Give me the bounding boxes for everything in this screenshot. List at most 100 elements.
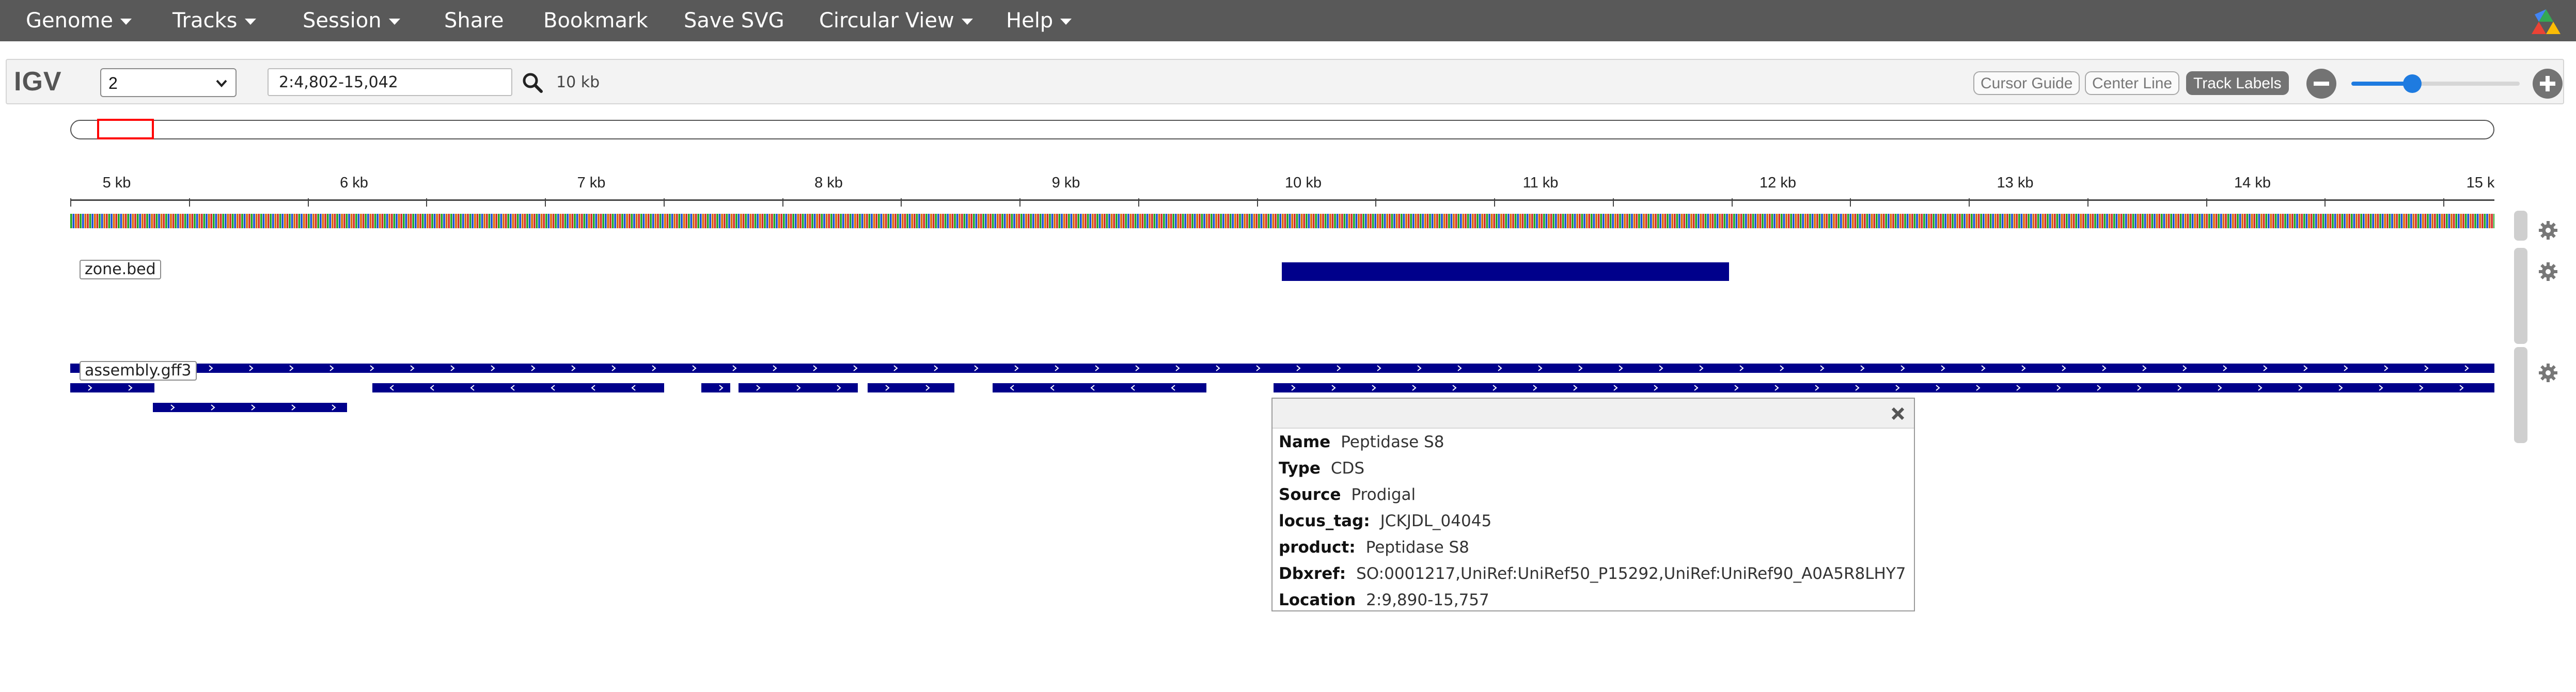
ruler-tick bbox=[2324, 198, 2326, 207]
zoom-slider[interactable] bbox=[2351, 74, 2520, 93]
popup-value: Prodigal bbox=[1351, 485, 1416, 504]
menu-session[interactable]: Session bbox=[303, 0, 400, 41]
menu-circular-view[interactable]: Circular View bbox=[819, 0, 973, 41]
zone-feature[interactable] bbox=[1282, 262, 1729, 281]
popup-key: Source bbox=[1279, 485, 1341, 504]
ruler-tick bbox=[1850, 198, 1851, 207]
menu-bookmark[interactable]: Bookmark bbox=[543, 0, 648, 41]
popup-row: Dbxref: SO:0001217,UniRef:UniRef50_P15292… bbox=[1279, 564, 1906, 583]
chromosome-ideogram[interactable] bbox=[70, 119, 2494, 139]
zoom-in-icon[interactable] bbox=[2532, 68, 2563, 99]
ruler-tick-label: 7 kb bbox=[577, 175, 606, 191]
menu-help[interactable]: Help bbox=[1006, 0, 1072, 41]
zoom-out-icon[interactable] bbox=[2306, 68, 2337, 99]
popup-value: Peptidase S8 bbox=[1365, 538, 1469, 557]
popup-value: CDS bbox=[1330, 459, 1365, 478]
gene-feature[interactable] bbox=[153, 403, 347, 412]
search-icon[interactable] bbox=[521, 71, 544, 94]
ruler-tick-label: 12 kb bbox=[1760, 175, 1796, 191]
popup-key: Dbxref: bbox=[1279, 564, 1346, 583]
ruler-tick bbox=[189, 198, 190, 207]
igv-logo: IGV bbox=[14, 67, 62, 97]
sequence-track bbox=[70, 214, 2494, 228]
chromosome-select-value: 2 bbox=[108, 74, 118, 92]
ruler-tick bbox=[1375, 198, 1376, 207]
track-label-zone-bed: zone.bed bbox=[80, 260, 161, 279]
ruler-tick bbox=[1019, 198, 1020, 207]
track-scrollbar[interactable] bbox=[2514, 248, 2527, 344]
igv-control-bar: IGV 2 10 kb Cursor Guide Center Line Tra… bbox=[6, 59, 2564, 104]
ruler-tick bbox=[901, 198, 902, 207]
popup-row: product: Peptidase S8 bbox=[1279, 538, 1469, 557]
gene-feature[interactable] bbox=[993, 383, 1206, 392]
zoom-slider-track bbox=[2413, 82, 2520, 86]
gene-feature[interactable] bbox=[70, 364, 2494, 373]
sequence-track-gear-icon[interactable] bbox=[2538, 220, 2558, 241]
gene-feature[interactable] bbox=[739, 383, 858, 392]
menu-genome-label: Genome bbox=[26, 9, 114, 33]
ruler-tick bbox=[70, 198, 71, 207]
track-scrollbar[interactable] bbox=[2514, 211, 2527, 241]
popup-row: Name Peptidase S8 bbox=[1279, 433, 1444, 451]
popup-key: locus_tag: bbox=[1279, 512, 1370, 530]
feature-popup: Name Peptidase S8 Type CDS Source Prodigal … bbox=[1271, 398, 1915, 611]
menu-help-label: Help bbox=[1006, 9, 1054, 33]
caret-down-icon bbox=[388, 19, 400, 25]
chevron-down-icon bbox=[216, 80, 227, 87]
locus-search-input[interactable] bbox=[268, 68, 512, 96]
ruler-tick bbox=[2087, 198, 2088, 207]
gene-feature[interactable] bbox=[372, 383, 664, 392]
ruler-tick-label: 9 kb bbox=[1051, 175, 1080, 191]
gene-feature[interactable] bbox=[701, 383, 730, 392]
caret-down-icon bbox=[1060, 19, 1072, 25]
menu-tracks-label: Tracks bbox=[172, 9, 238, 33]
popup-row: Source Prodigal bbox=[1279, 485, 1416, 504]
ruler-tick bbox=[664, 198, 665, 207]
zoom-slider-thumb[interactable] bbox=[2403, 74, 2422, 93]
ruler-tick-label: 6 kb bbox=[340, 175, 368, 191]
caret-down-icon bbox=[961, 19, 973, 25]
menu-share[interactable]: Share bbox=[444, 0, 504, 41]
ruler-tick bbox=[1613, 198, 1614, 207]
ruler-tick-label: 5 kb bbox=[102, 175, 131, 191]
chromosome-select[interactable]: 2 bbox=[100, 68, 237, 97]
ruler-tick-label: 15 k bbox=[2466, 175, 2495, 191]
menu-genome[interactable]: Genome bbox=[26, 0, 132, 41]
popup-value: SO:0001217,UniRef:UniRef50_P15292,UniRef… bbox=[1356, 564, 1906, 583]
app-logo-icon bbox=[2532, 9, 2561, 34]
ruler-tick bbox=[2443, 198, 2444, 207]
ruler-tick bbox=[2206, 198, 2207, 207]
window-size-label: 10 kb bbox=[556, 73, 600, 91]
ruler-tick bbox=[545, 198, 546, 207]
menu-tracks[interactable]: Tracks bbox=[172, 0, 256, 41]
ruler-tick-label: 14 kb bbox=[2234, 175, 2271, 191]
track-scrollbar[interactable] bbox=[2514, 347, 2527, 443]
ruler-tick-label: 10 kb bbox=[1285, 175, 1322, 191]
cursor-guide-button[interactable]: Cursor Guide bbox=[1973, 71, 2080, 95]
zone-track-gear-icon[interactable] bbox=[2538, 261, 2558, 282]
popup-row: Location 2:9,890-15,757 bbox=[1279, 591, 1489, 609]
ruler-tick-label: 8 kb bbox=[814, 175, 843, 191]
gene-feature[interactable] bbox=[1274, 383, 2494, 392]
gene-feature[interactable] bbox=[70, 383, 154, 392]
menu-circular-view-label: Circular View bbox=[819, 9, 954, 33]
close-icon[interactable] bbox=[1890, 406, 1906, 421]
ruler-tick-label: 13 kb bbox=[1997, 175, 2034, 191]
popup-key: Location bbox=[1279, 591, 1356, 609]
ruler-tick bbox=[1257, 198, 1258, 207]
ruler-tick bbox=[308, 198, 309, 207]
menu-save-svg[interactable]: Save SVG bbox=[684, 0, 784, 41]
popup-value: Peptidase S8 bbox=[1341, 433, 1444, 451]
annotation-track-gear-icon[interactable] bbox=[2538, 363, 2558, 383]
popup-key: Type bbox=[1279, 459, 1321, 478]
track-label-assembly-gff3: assembly.gff3 bbox=[80, 361, 197, 381]
ruler-track[interactable]: 5 kb 6 kb 7 kb 8 kb 9 kb 10 kb 11 kb 12 kb 13 kb… bbox=[70, 170, 2494, 207]
track-labels-button[interactable]: Track Labels bbox=[2186, 71, 2289, 95]
gene-feature[interactable] bbox=[868, 383, 954, 392]
ruler-tick bbox=[1494, 198, 1495, 207]
ruler-tick bbox=[782, 198, 783, 207]
ruler-tick bbox=[426, 198, 427, 207]
center-line-button[interactable]: Center Line bbox=[2085, 71, 2180, 95]
popup-key: Name bbox=[1279, 433, 1331, 451]
popup-value: JCKJDL_04045 bbox=[1380, 512, 1492, 530]
